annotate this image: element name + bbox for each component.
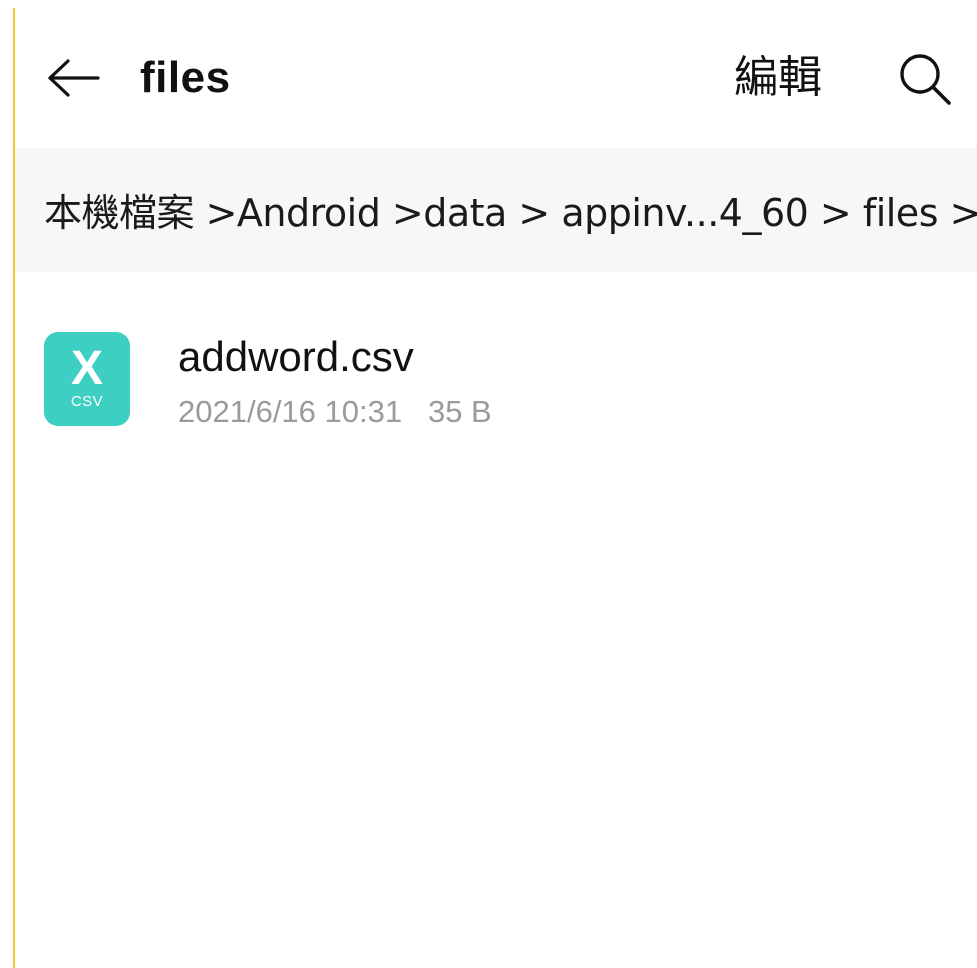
file-size: 35 B — [427, 394, 492, 429]
breadcrumb-bar: 本機檔案 >Android >data > appinv...4_60 > fi… — [15, 148, 977, 272]
search-button[interactable] — [890, 44, 960, 114]
arrow-left-icon — [48, 59, 100, 97]
back-button[interactable] — [38, 48, 110, 108]
page-title: files — [140, 53, 231, 102]
file-meta: 2021/6/16 10:31 35 B — [178, 392, 492, 432]
list-item[interactable]: X CSV addword.csv 2021/6/16 10:31 35 B — [15, 312, 977, 442]
breadcrumb[interactable]: 本機檔案 >Android >data > appinv...4_60 > fi… — [44, 188, 977, 238]
edit-button[interactable]: 編輯 — [734, 50, 822, 106]
file-date: 2021/6/16 10:31 — [178, 394, 403, 429]
file-icon-glyph: X — [70, 342, 103, 395]
csv-file-icon: X CSV — [44, 332, 130, 426]
app-header: files 編輯 — [15, 0, 977, 148]
file-name: addword.csv — [178, 333, 414, 380]
file-icon-ext: CSV — [70, 393, 104, 410]
search-icon — [900, 54, 951, 105]
